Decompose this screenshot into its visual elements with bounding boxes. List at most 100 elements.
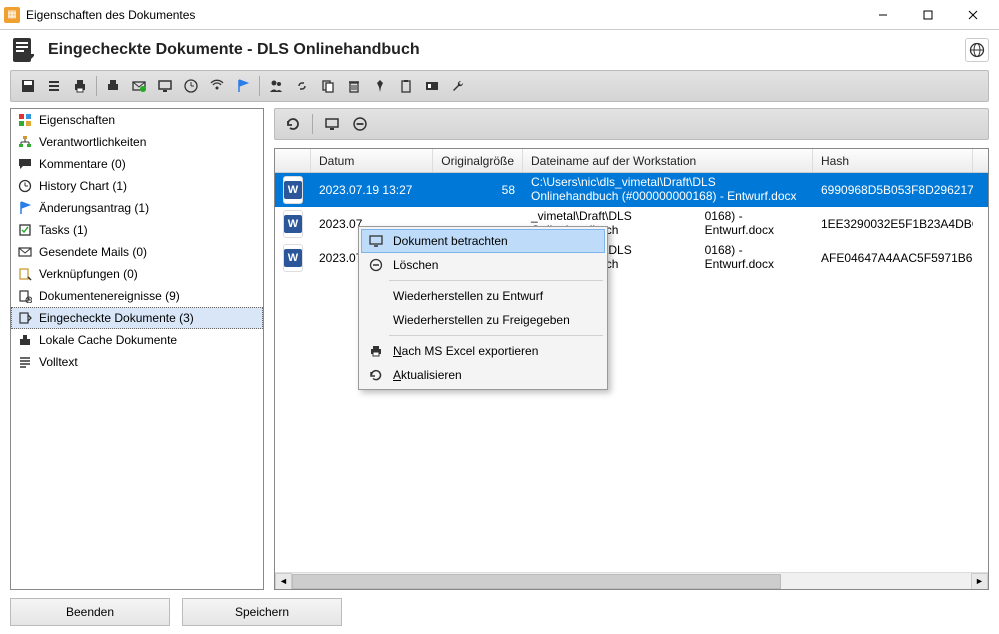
table-row[interactable]: W 2023.07.19 13:27 58 C:\Users\nic\dls_v… bbox=[275, 173, 988, 207]
sidebar-item-label: Lokale Cache Dokumente bbox=[39, 333, 177, 347]
app-icon: ▦ bbox=[4, 7, 20, 23]
tb-card-icon[interactable] bbox=[420, 74, 444, 98]
sidebar-item-label: Eigenschaften bbox=[39, 113, 115, 127]
menu-refresh[interactable]: Aktualisieren bbox=[361, 363, 605, 387]
tb-link-icon[interactable] bbox=[290, 74, 314, 98]
sidebar-item-label: Verknüpfungen (0) bbox=[39, 267, 138, 281]
sidebar-item-kommentare[interactable]: Kommentare (0) bbox=[11, 153, 263, 175]
tb-monitor-icon[interactable] bbox=[153, 74, 177, 98]
sidebar-item-label: Kommentare (0) bbox=[39, 157, 126, 171]
horizontal-scrollbar[interactable]: ◄ ► bbox=[275, 572, 988, 589]
tb-list-icon[interactable] bbox=[42, 74, 66, 98]
menu-label: Wiederherstellen zu Freigegeben bbox=[393, 313, 570, 327]
sidebar-item-history[interactable]: History Chart (1) bbox=[11, 175, 263, 197]
tb-printer2-icon[interactable] bbox=[101, 74, 125, 98]
tb-pin-icon[interactable] bbox=[368, 74, 392, 98]
col-date[interactable]: Datum bbox=[311, 149, 433, 172]
fulltext-icon bbox=[17, 354, 33, 370]
header: Eingecheckte Dokumente - DLS Onlinehandb… bbox=[0, 30, 999, 70]
document-icon bbox=[10, 36, 38, 64]
sidebar-item-label: Gesendete Mails (0) bbox=[39, 245, 147, 259]
remove-button[interactable] bbox=[348, 112, 372, 136]
refresh-button[interactable] bbox=[281, 112, 305, 136]
history-icon bbox=[17, 178, 33, 194]
menu-separator bbox=[389, 280, 603, 281]
tb-wrench-icon[interactable] bbox=[446, 74, 470, 98]
mini-toolbar bbox=[274, 108, 989, 140]
sidebar-item-aenderungsantrag[interactable]: Änderungsantrag (1) bbox=[11, 197, 263, 219]
table-header: Datum Originalgröße Dateiname auf der Wo… bbox=[275, 149, 988, 173]
cell-hash: 6990968D5B053F8D296217C7 bbox=[813, 181, 973, 199]
org-icon bbox=[17, 134, 33, 150]
task-icon bbox=[17, 222, 33, 238]
sidebar-item-label: Tasks (1) bbox=[39, 223, 88, 237]
menu-label: Löschen bbox=[393, 258, 438, 272]
col-size[interactable]: Originalgröße bbox=[433, 149, 523, 172]
flag-icon bbox=[17, 200, 33, 216]
sidebar-item-volltext[interactable]: Volltext bbox=[11, 351, 263, 373]
title-bar: ▦ Eigenschaften des Dokumentes bbox=[0, 0, 999, 30]
sidebar-item-eingecheckte[interactable]: Eingecheckte Dokumente (3) bbox=[11, 307, 263, 329]
minus-circle-icon bbox=[367, 258, 385, 272]
sidebar: Eigenschaften Verantwortlichkeiten Komme… bbox=[10, 108, 264, 590]
close-button[interactable] bbox=[950, 0, 995, 29]
cell-filename: C:\Users\nic\dls_vimetal\Draft\DLS Onlin… bbox=[523, 174, 813, 206]
tb-mail-icon[interactable] bbox=[127, 74, 151, 98]
scroll-right-icon[interactable]: ► bbox=[971, 573, 988, 590]
monitor-icon bbox=[367, 234, 385, 248]
cell-size: 58 bbox=[433, 181, 523, 199]
scroll-left-icon[interactable]: ◄ bbox=[275, 573, 292, 590]
menu-label: Aktualisieren bbox=[393, 368, 462, 382]
cell-hash: AFE04647A4AAC5F5971B6F9B bbox=[813, 249, 973, 267]
globe-button[interactable] bbox=[965, 38, 989, 62]
printer-icon bbox=[367, 344, 385, 358]
cell-date: 2023.07.19 13:27 bbox=[311, 181, 433, 199]
sidebar-item-ereignisse[interactable]: Dokumentenereignisse (9) bbox=[11, 285, 263, 307]
menu-restore-released[interactable]: Wiederherstellen zu Freigegeben bbox=[361, 308, 605, 332]
sidebar-item-label: Verantwortlichkeiten bbox=[39, 135, 146, 149]
tb-flag-icon[interactable] bbox=[231, 74, 255, 98]
sidebar-item-eigenschaften[interactable]: Eigenschaften bbox=[11, 109, 263, 131]
col-filename[interactable]: Dateiname auf der Workstation bbox=[523, 149, 813, 172]
tb-print-icon[interactable] bbox=[68, 74, 92, 98]
menu-label: Dokument betrachten bbox=[393, 234, 508, 248]
sidebar-item-verknuepfungen[interactable]: Verknüpfungen (0) bbox=[11, 263, 263, 285]
sidebar-item-cache[interactable]: Lokale Cache Dokumente bbox=[11, 329, 263, 351]
col-icon[interactable] bbox=[275, 149, 311, 172]
sidebar-item-mails[interactable]: Gesendete Mails (0) bbox=[11, 241, 263, 263]
tb-clock-icon[interactable] bbox=[179, 74, 203, 98]
minimize-button[interactable] bbox=[860, 0, 905, 29]
sidebar-item-label: Volltext bbox=[39, 355, 78, 369]
tb-copy-icon[interactable] bbox=[316, 74, 340, 98]
menu-view-document[interactable]: Dokument betrachten bbox=[361, 229, 605, 253]
word-icon: W bbox=[283, 176, 303, 204]
tb-clipboard-icon[interactable] bbox=[394, 74, 418, 98]
tb-trash-icon[interactable] bbox=[342, 74, 366, 98]
cache-icon bbox=[17, 332, 33, 348]
tb-broadcast-icon[interactable] bbox=[205, 74, 229, 98]
menu-delete[interactable]: Löschen bbox=[361, 253, 605, 277]
menu-restore-draft[interactable]: Wiederherstellen zu Entwurf bbox=[361, 284, 605, 308]
scroll-thumb[interactable] bbox=[292, 574, 781, 589]
maximize-button[interactable] bbox=[905, 0, 950, 29]
tb-save-icon[interactable] bbox=[16, 74, 40, 98]
menu-label: Wiederherstellen zu Entwurf bbox=[393, 289, 543, 303]
cell-hash: 1EE3290032E5F1B23A4DBC4A bbox=[813, 215, 973, 233]
menu-export-excel[interactable]: Nach MS Excel exportieren bbox=[361, 339, 605, 363]
col-hash[interactable]: Hash bbox=[813, 149, 973, 172]
main-toolbar bbox=[10, 70, 989, 102]
context-menu: Dokument betrachten Löschen Wiederherste… bbox=[358, 226, 608, 390]
save-button[interactable]: Speichern bbox=[182, 598, 342, 626]
sidebar-item-tasks[interactable]: Tasks (1) bbox=[11, 219, 263, 241]
checkin-icon bbox=[17, 310, 33, 326]
word-icon: W bbox=[283, 244, 303, 272]
sidebar-item-verantwortlichkeiten[interactable]: Verantwortlichkeiten bbox=[11, 131, 263, 153]
page-title: Eingecheckte Dokumente - DLS Onlinehandb… bbox=[48, 41, 420, 59]
sidebar-item-label: Eingecheckte Dokumente (3) bbox=[39, 311, 194, 325]
tb-users-icon[interactable] bbox=[264, 74, 288, 98]
window-title: Eigenschaften des Dokumentes bbox=[26, 8, 860, 22]
word-icon: W bbox=[283, 210, 303, 238]
view-button[interactable] bbox=[320, 112, 344, 136]
mail-icon bbox=[17, 244, 33, 260]
close-button[interactable]: Beenden bbox=[10, 598, 170, 626]
